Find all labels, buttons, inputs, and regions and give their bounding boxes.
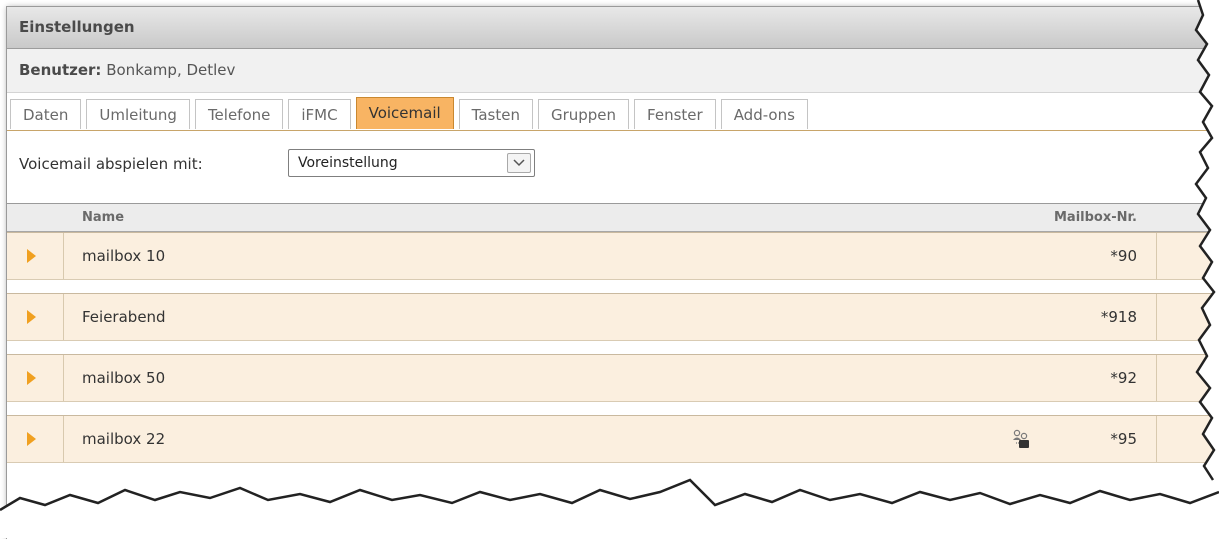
row-divider: [1156, 233, 1157, 279]
mailbox-name: mailbox 22: [82, 430, 166, 448]
table-row[interactable]: Feierabend *918: [7, 293, 1219, 341]
mailbox-number: *95: [1110, 430, 1137, 448]
column-header-mailbox[interactable]: Mailbox-Nr.: [1054, 210, 1137, 225]
playback-select[interactable]: Voreinstellung: [288, 149, 535, 177]
user-label: Benutzer:: [19, 61, 102, 79]
table-row[interactable]: mailbox 50 *92: [7, 354, 1219, 402]
mailbox-number: *90: [1110, 247, 1137, 265]
row-divider: [1156, 355, 1157, 401]
expand-arrow-icon[interactable]: [27, 371, 36, 385]
mailbox-number: *92: [1110, 369, 1137, 387]
mailbox-number: *918: [1100, 308, 1137, 326]
tab-bar: Daten Umleitung Telefone iFMC Voicemail …: [7, 93, 1219, 131]
expand-cell[interactable]: [7, 294, 64, 340]
user-group-icon: [1010, 428, 1032, 450]
table-header: Name Mailbox-Nr.: [7, 204, 1219, 232]
expand-arrow-icon[interactable]: [27, 249, 36, 263]
user-name: Bonkamp, Detlev: [106, 61, 236, 79]
expand-arrow-icon[interactable]: [27, 310, 36, 324]
playback-row: Voicemail abspielen mit: Voreinstellung: [7, 131, 1219, 204]
chevron-down-icon[interactable]: [507, 153, 531, 173]
mailbox-name: Feierabend: [82, 308, 166, 326]
mailbox-name: mailbox 10: [82, 247, 166, 265]
expand-arrow-icon[interactable]: [27, 432, 36, 446]
tab-voicemail[interactable]: Voicemail: [355, 97, 454, 129]
tab-daten[interactable]: Daten: [10, 99, 82, 129]
tab-add-ons[interactable]: Add-ons: [720, 99, 808, 129]
user-bar: Benutzer: Bonkamp, Detlev: [7, 49, 1219, 93]
row-divider: [1156, 416, 1157, 462]
tab-telefone[interactable]: Telefone: [194, 99, 284, 129]
row-divider: [1156, 294, 1157, 340]
tab-umleitung[interactable]: Umleitung: [86, 99, 190, 129]
tab-gruppen[interactable]: Gruppen: [537, 99, 630, 129]
playback-label: Voicemail abspielen mit:: [19, 155, 203, 173]
column-header-name[interactable]: Name: [82, 210, 124, 225]
mailbox-name: mailbox 50: [82, 369, 166, 387]
table-row[interactable]: mailbox 22 *95: [7, 415, 1219, 463]
tab-fenster[interactable]: Fenster: [634, 99, 716, 129]
playback-select-value: Voreinstellung: [298, 155, 398, 171]
expand-cell[interactable]: [7, 355, 64, 401]
expand-cell[interactable]: [7, 233, 64, 279]
tab-tasten[interactable]: Tasten: [458, 99, 533, 129]
table-row[interactable]: mailbox 10 *90: [7, 232, 1219, 280]
expand-cell[interactable]: [7, 416, 64, 462]
tab-ifmc[interactable]: iFMC: [288, 99, 351, 129]
window-title: Einstellungen: [7, 7, 1219, 49]
settings-window: Einstellungen Benutzer: Bonkamp, Detlev …: [6, 6, 1219, 539]
